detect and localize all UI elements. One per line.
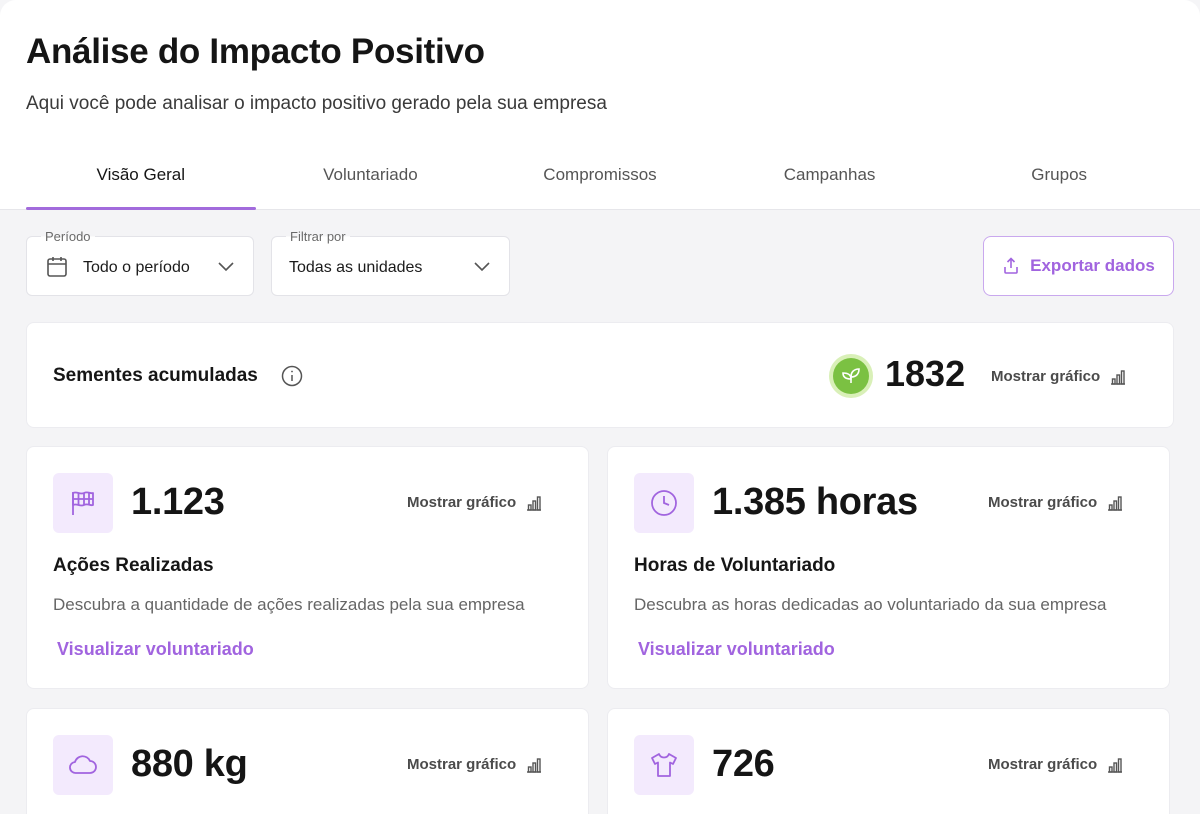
seed-icon bbox=[833, 358, 869, 394]
page-header: Análise do Impacto Positivo Aqui você po… bbox=[0, 0, 1200, 210]
metric-description: Descubra a quantidade de ações realizada… bbox=[53, 595, 525, 614]
weight-show-chart-button[interactable]: Mostrar gráfico bbox=[407, 756, 542, 773]
items-show-chart-button[interactable]: Mostrar gráfico bbox=[988, 756, 1123, 773]
bar-chart-icon bbox=[527, 495, 542, 511]
period-value: Todo o período bbox=[83, 259, 190, 276]
bar-chart-icon bbox=[1108, 757, 1123, 773]
clock-icon bbox=[634, 473, 694, 533]
tab-visao-geral[interactable]: Visão Geral bbox=[26, 140, 256, 210]
period-label: Período bbox=[41, 229, 95, 244]
hours-show-chart-button[interactable]: Mostrar gráfico bbox=[988, 494, 1123, 511]
page-subtitle: Aqui você pode analisar o impacto positi… bbox=[26, 93, 607, 114]
metric-card-actions: 1.123 Mostrar gráfico Ações Realizadas D… bbox=[26, 446, 589, 689]
metric-value: 1.385 horas bbox=[712, 481, 918, 523]
seeds-card: Sementes acumuladas 1832 Mostrar gráfico bbox=[26, 322, 1174, 428]
metric-value: 726 bbox=[712, 743, 775, 785]
show-chart-label: Mostrar gráfico bbox=[407, 756, 517, 773]
tab-grupos[interactable]: Grupos bbox=[944, 140, 1174, 210]
info-icon[interactable] bbox=[281, 365, 303, 387]
show-chart-label: Mostrar gráfico bbox=[988, 756, 1098, 773]
tab-bar: Visão Geral Voluntariado Compromissos Ca… bbox=[26, 140, 1174, 210]
actions-show-chart-button[interactable]: Mostrar gráfico bbox=[407, 494, 542, 511]
filter-by-label: Filtrar por bbox=[286, 229, 350, 244]
seeds-title: Sementes acumuladas bbox=[53, 365, 258, 386]
export-data-button[interactable]: Exportar dados bbox=[983, 236, 1174, 296]
show-chart-label: Mostrar gráfico bbox=[991, 368, 1101, 385]
metric-card-items: 726 Mostrar gráfico bbox=[607, 708, 1170, 814]
metric-card-hours: 1.385 horas Mostrar gráfico Horas de Vol… bbox=[607, 446, 1170, 689]
bar-chart-icon bbox=[1111, 369, 1126, 385]
bar-chart-icon bbox=[1108, 495, 1123, 511]
filter-by-select[interactable]: Filtrar por Todas as unidades bbox=[271, 229, 510, 296]
metric-value: 880 kg bbox=[131, 743, 248, 785]
filter-by-value: Todas as unidades bbox=[289, 259, 423, 276]
seeds-value: 1832 bbox=[885, 353, 966, 394]
seeds-show-chart-button[interactable]: Mostrar gráfico bbox=[991, 368, 1126, 385]
calendar-icon bbox=[47, 257, 67, 277]
metric-description: Descubra as horas dedicadas ao voluntari… bbox=[634, 595, 1107, 614]
flag-icon bbox=[53, 473, 113, 533]
metric-value: 1.123 bbox=[131, 481, 225, 523]
metric-card-weight: 880 kg Mostrar gráfico bbox=[26, 708, 589, 814]
upload-icon bbox=[1004, 257, 1018, 274]
view-volunteering-link[interactable]: Visualizar voluntariado bbox=[638, 639, 835, 660]
export-data-label: Exportar dados bbox=[1030, 256, 1155, 275]
tshirt-icon bbox=[634, 735, 694, 795]
view-volunteering-link[interactable]: Visualizar voluntariado bbox=[57, 639, 254, 660]
app-frame: Análise do Impacto Positivo Aqui você po… bbox=[0, 0, 1200, 814]
tab-compromissos[interactable]: Compromissos bbox=[485, 140, 715, 210]
chevron-down-icon bbox=[474, 262, 490, 272]
show-chart-label: Mostrar gráfico bbox=[988, 494, 1098, 511]
period-select[interactable]: Período Todo o período bbox=[26, 229, 254, 296]
show-chart-label: Mostrar gráfico bbox=[407, 494, 517, 511]
tab-voluntariado[interactable]: Voluntariado bbox=[256, 140, 486, 210]
metric-title: Horas de Voluntariado bbox=[634, 555, 836, 576]
bar-chart-icon bbox=[527, 757, 542, 773]
page-title: Análise do Impacto Positivo bbox=[26, 32, 485, 71]
metric-title: Ações Realizadas bbox=[53, 555, 214, 576]
chevron-down-icon bbox=[218, 262, 234, 272]
tab-campanhas[interactable]: Campanhas bbox=[715, 140, 945, 210]
cloud-icon bbox=[53, 735, 113, 795]
